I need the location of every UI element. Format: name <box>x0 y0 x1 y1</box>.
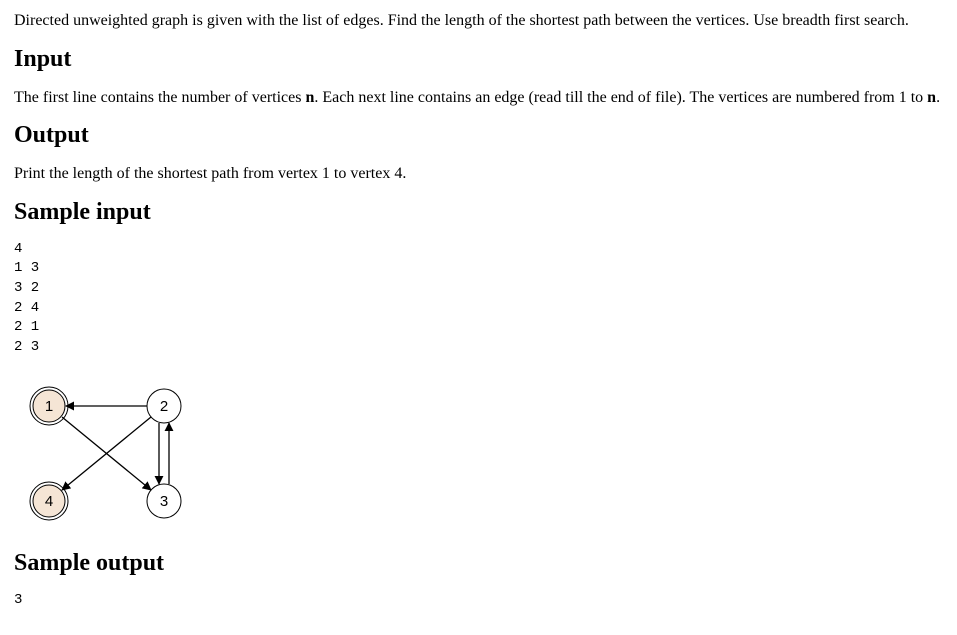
graph-diagram: 1 2 3 4 <box>14 371 943 536</box>
output-description: Print the length of the shortest path fr… <box>14 163 943 185</box>
graph-node-4: 4 <box>30 482 68 520</box>
input-text-middle: . Each next line contains an edge (read … <box>314 89 927 106</box>
input-text-prefix: The first line contains the number of ve… <box>14 89 305 106</box>
input-text-suffix: . <box>936 89 940 106</box>
graph-node-3: 3 <box>147 484 181 518</box>
problem-description: Directed unweighted graph is given with … <box>14 10 943 32</box>
sample-output-heading: Sample output <box>14 550 943 577</box>
graph-node-1-label: 1 <box>45 398 53 415</box>
graph-node-2-label: 2 <box>160 398 168 415</box>
sample-input-heading: Sample input <box>14 199 943 226</box>
input-description: The first line contains the number of ve… <box>14 87 943 109</box>
graph-node-4-label: 4 <box>45 493 53 510</box>
input-n-2: n <box>927 89 936 106</box>
graph-node-1: 1 <box>30 387 68 425</box>
sample-input-block: 4 1 3 3 2 2 4 2 1 2 3 <box>14 240 943 358</box>
graph-node-3-label: 3 <box>160 493 168 510</box>
output-heading: Output <box>14 122 943 149</box>
input-heading: Input <box>14 46 943 73</box>
graph-node-2: 2 <box>147 389 181 423</box>
sample-output-block: 3 <box>14 591 943 611</box>
